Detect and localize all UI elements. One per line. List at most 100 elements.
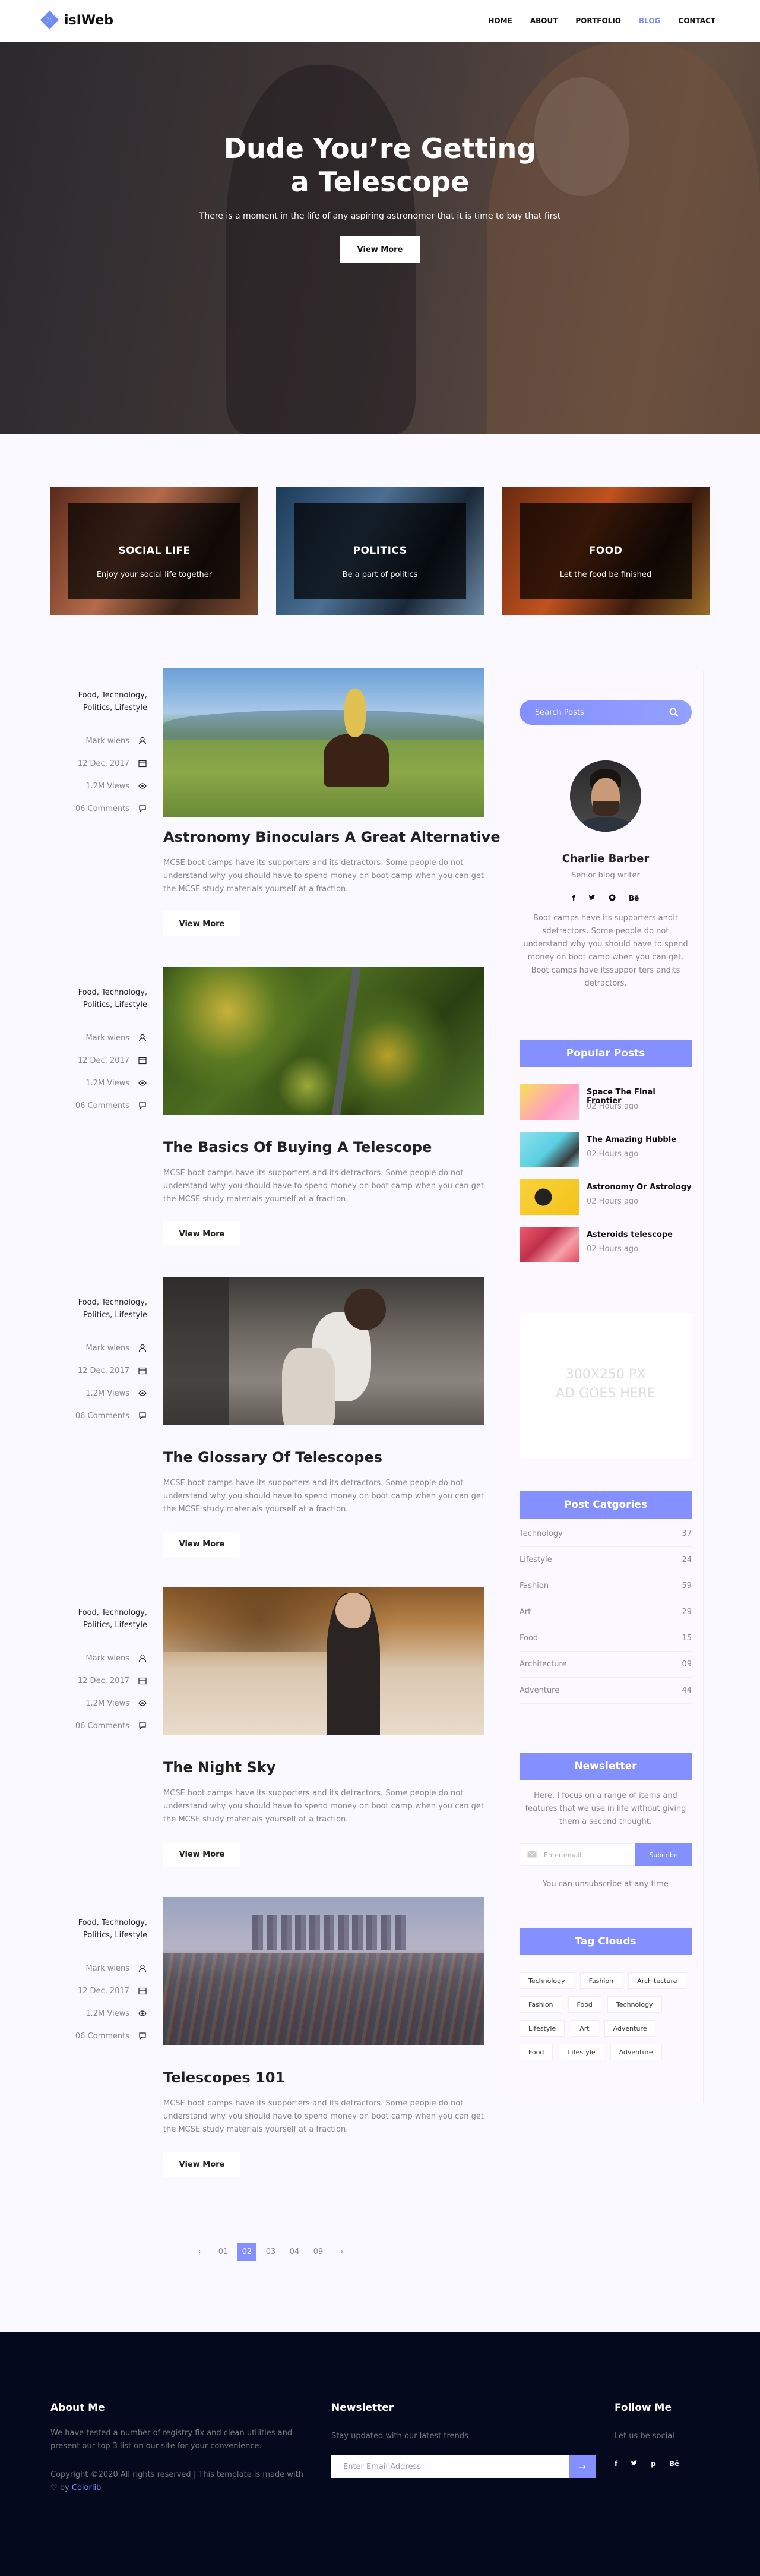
category-row-fashion[interactable]: Fashion 59	[520, 1573, 692, 1599]
tag[interactable]: Architecture	[628, 1972, 686, 1989]
post-view-more-button[interactable]: View More	[163, 1532, 240, 1557]
brand-logo[interactable]: isIWeb	[40, 10, 113, 30]
nav-about[interactable]: ABOUT	[530, 17, 558, 25]
tag[interactable]: Art	[571, 2020, 598, 2037]
tag[interactable]: Lifestyle	[559, 2044, 604, 2060]
post-title[interactable]: The Glossary Of Telescopes	[163, 1449, 382, 1466]
nav-portfolio[interactable]: PORTFOLIO	[575, 17, 621, 25]
post-image[interactable]	[163, 967, 484, 1115]
category-row-lifestyle[interactable]: Lifestyle 24	[520, 1547, 692, 1573]
post-author[interactable]: Mark wiens	[48, 1647, 147, 1669]
pagination-page[interactable]: 03	[261, 2243, 280, 2261]
post-author[interactable]: Mark wiens	[48, 1027, 147, 1049]
popular-post-thumb	[520, 1227, 579, 1262]
category-row-adventure[interactable]: Adventure 44	[520, 1678, 692, 1704]
post-view-more-button[interactable]: View More	[163, 1221, 240, 1246]
colorlib-link[interactable]: Colorlib	[72, 2483, 101, 2492]
post-comments[interactable]: 06 Comments	[48, 1094, 147, 1117]
newsletter-text: Here, I focus on a range of items and fe…	[525, 1791, 686, 1826]
tag[interactable]: Technology	[607, 1996, 662, 2013]
hero-view-more-button[interactable]: View More	[340, 236, 420, 263]
tag[interactable]: Technology	[520, 1972, 574, 1989]
category-overlay: POLITICS Be a part of politics	[294, 503, 466, 599]
calendar-icon	[138, 1986, 147, 1996]
container-port	[163, 1953, 484, 2045]
category-card-politics[interactable]: POLITICS Be a part of politics	[276, 487, 484, 615]
post-author[interactable]: Mark wiens	[48, 1957, 147, 1980]
facebook-icon[interactable]: f	[615, 2460, 618, 2468]
popular-post-item[interactable]: Space The Final Frontier 02 Hours ago	[520, 1084, 692, 1120]
post-comments[interactable]: 06 Comments	[48, 797, 147, 820]
twitter-icon[interactable]	[631, 2460, 638, 2468]
post-title[interactable]: The Night Sky	[163, 1759, 276, 1776]
post-image[interactable]	[163, 1277, 484, 1425]
post-title[interactable]: The Basics Of Buying A Telescope	[163, 1139, 432, 1156]
pagination-page[interactable]: 01	[214, 2243, 233, 2261]
nav-home[interactable]: HOME	[488, 17, 512, 25]
popular-post-item[interactable]: Astronomy Or Astrology 02 Hours ago	[520, 1179, 692, 1215]
post-image[interactable]	[163, 1897, 484, 2045]
github-icon[interactable]	[609, 894, 616, 903]
tag[interactable]: Food	[520, 2044, 553, 2060]
tag[interactable]: Fashion	[580, 1972, 623, 1989]
post-view-more-button[interactable]: View More	[163, 1842, 240, 1867]
category-row-architecture[interactable]: Architecture 09	[520, 1652, 692, 1678]
category-row-technology[interactable]: Technology 37	[520, 1521, 692, 1547]
footer-newsletter-text: Stay updated with our latest trends	[331, 2432, 468, 2441]
search-placeholder: Search Posts	[535, 708, 584, 717]
post-meta-list: Mark wiens 12 Dec, 2017 1.2M Views 06 Co…	[48, 730, 147, 820]
pinterest-icon[interactable]: p	[651, 2460, 656, 2468]
newsletter-email-input[interactable]: Enter email	[520, 1843, 644, 1866]
twitter-icon[interactable]	[588, 894, 596, 903]
post-view-more-button[interactable]: View More	[163, 2152, 240, 2177]
popular-post-thumb	[520, 1132, 579, 1167]
tag[interactable]: Fashion	[520, 1996, 562, 2013]
tag[interactable]: Food	[568, 1996, 601, 2013]
facebook-icon[interactable]: f	[572, 894, 575, 903]
popular-post-item[interactable]: The Amazing Hubble 02 Hours ago	[520, 1132, 692, 1167]
mail-icon	[527, 1851, 537, 1860]
author-role: Senior blog writer	[571, 871, 640, 880]
category-title: FOOD	[588, 545, 623, 557]
footer-email-input[interactable]: Enter Email Address	[331, 2455, 569, 2478]
category-card-food[interactable]: FOOD Let the food be finished	[502, 487, 710, 615]
search-input[interactable]: Search Posts	[520, 700, 692, 725]
post-view-more-button[interactable]: View More	[163, 911, 240, 936]
popular-post-item[interactable]: Asteroids telescope 02 Hours ago	[520, 1227, 692, 1262]
behance-icon[interactable]: Bē	[629, 894, 639, 903]
pagination-page-active[interactable]: 02	[238, 2243, 256, 2261]
footer-subscribe-arrow-icon[interactable]: →	[569, 2455, 596, 2478]
popular-post-title: The Amazing Hubble	[587, 1135, 676, 1144]
post-title[interactable]: Astronomy Binoculars A Great Alternative	[163, 829, 501, 845]
post-title[interactable]: Telescopes 101	[163, 2069, 285, 2086]
search-icon[interactable]	[669, 708, 679, 719]
category-row-food[interactable]: Food 15	[520, 1625, 692, 1652]
rider	[344, 689, 366, 737]
nav-blog[interactable]: BLOG	[639, 17, 660, 25]
author-name: Charlie Barber	[562, 853, 650, 865]
post-comments[interactable]: 06 Comments	[48, 2025, 147, 2047]
tag[interactable]: Adventure	[604, 2020, 656, 2037]
pagination-prev-icon[interactable]: ‹	[190, 2243, 209, 2261]
newsletter-placeholder: Enter email	[544, 1851, 582, 1859]
category-card-social-life[interactable]: SOCIAL LIFE Enjoy your social life toget…	[50, 487, 258, 615]
nav-contact[interactable]: CONTACT	[678, 17, 715, 25]
post-comments[interactable]: 06 Comments	[48, 1715, 147, 1737]
post-author[interactable]: Mark wiens	[48, 1337, 147, 1359]
pagination-next-icon[interactable]: ›	[332, 2243, 352, 2261]
hero-title-line2: a Telescope	[290, 166, 470, 198]
post-comments[interactable]: 06 Comments	[48, 1404, 147, 1427]
post-image[interactable]	[163, 1587, 484, 1735]
category-row-art[interactable]: Art 29	[520, 1599, 692, 1625]
tag[interactable]: Adventure	[610, 2044, 662, 2060]
subscribe-button[interactable]: Subcribe	[635, 1843, 692, 1866]
post-author[interactable]: Mark wiens	[48, 730, 147, 752]
behance-icon[interactable]: Bē	[669, 2460, 679, 2468]
post-excerpt: MCSE boot camps have its supporters and …	[163, 1169, 484, 1204]
pagination-page[interactable]: 09	[309, 2243, 328, 2261]
calendar-icon	[138, 759, 147, 768]
post-image[interactable]	[163, 668, 484, 817]
user-icon	[138, 1033, 147, 1043]
pagination-page[interactable]: 04	[285, 2243, 304, 2261]
tag[interactable]: Lifestyle	[520, 2020, 565, 2037]
